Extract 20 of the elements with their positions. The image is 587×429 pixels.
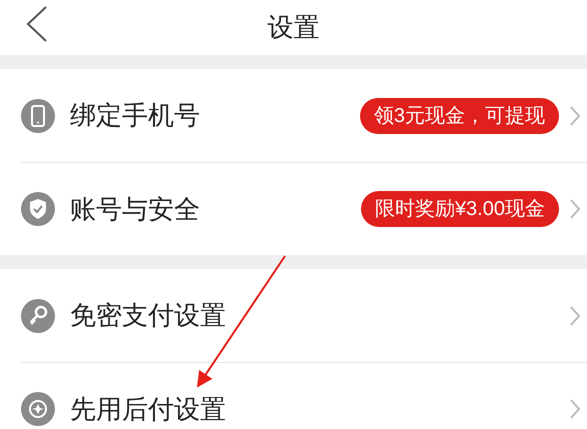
settings-icon <box>21 392 55 426</box>
chevron-right-icon <box>569 398 581 420</box>
back-icon <box>25 5 49 43</box>
reward-badge: 限时奖励¥3.00现金 <box>360 191 559 227</box>
settings-row[interactable]: 先用后付设置 <box>21 362 587 429</box>
row-label: 先用后付设置 <box>70 392 227 426</box>
row-label: 账号与安全 <box>70 192 201 226</box>
settings-icon <box>21 298 55 332</box>
page-title: 设置 <box>268 11 320 44</box>
chevron-right-icon <box>569 198 581 220</box>
settings-row[interactable]: 免密支付设置 <box>21 269 587 362</box>
row-label: 免密支付设置 <box>70 299 227 332</box>
reward-badge: 领3元现金，可提现 <box>360 98 559 134</box>
settings-icon <box>21 192 55 226</box>
settings-icon <box>21 98 55 132</box>
settings-row[interactable]: 账号与安全 限时奖励¥3.00现金 <box>21 162 587 255</box>
chevron-right-icon <box>569 304 581 326</box>
chevron-right-icon <box>569 104 581 126</box>
settings-row[interactable]: 绑定手机号 领3元现金，可提现 <box>21 69 587 162</box>
row-label: 绑定手机号 <box>70 99 201 132</box>
